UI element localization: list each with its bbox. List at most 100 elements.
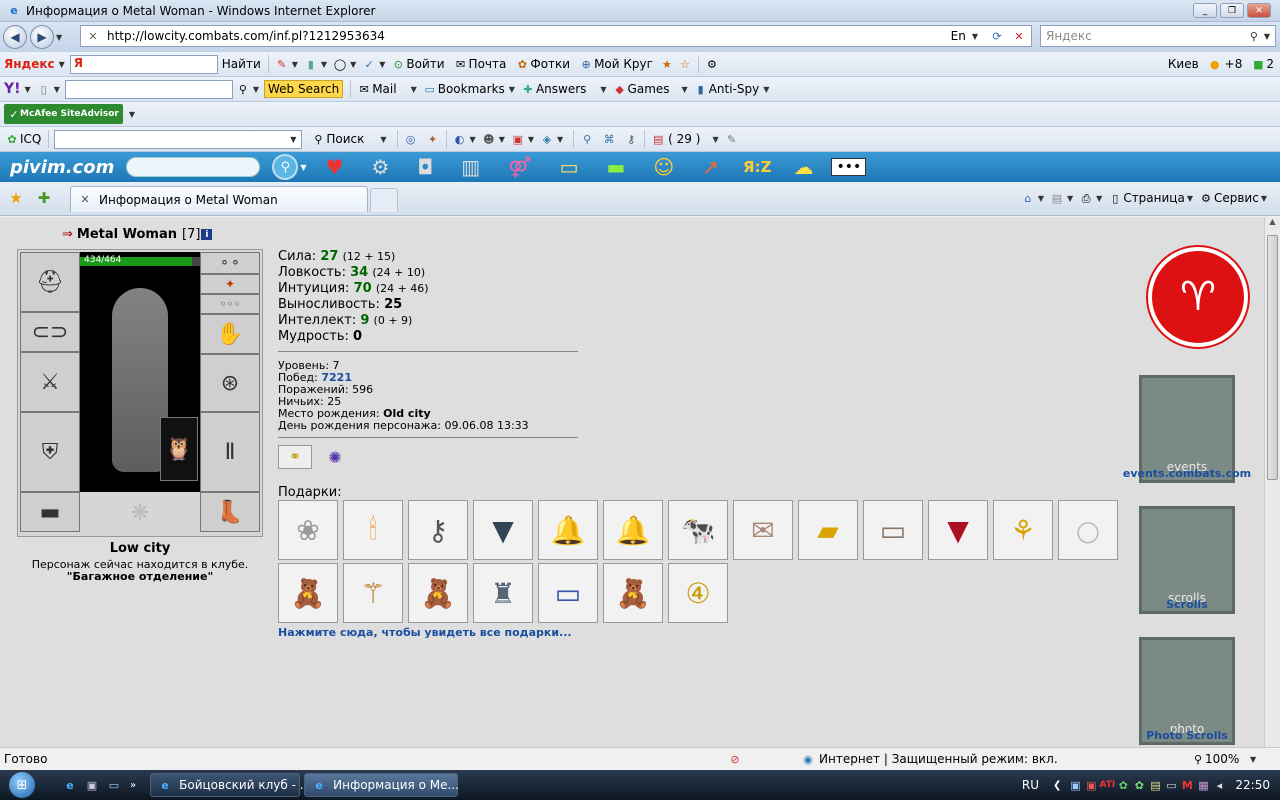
gift-pearls[interactable]: ○ [1058,500,1118,560]
forward-button[interactable]: ▶ [30,25,54,49]
bracers-slot[interactable]: ⊂⊃ [20,312,80,352]
show-all-gifts-link[interactable]: Нажмите сюда, чтобы увидеть все подарки.… [278,626,572,639]
new-tab-button[interactable] [370,188,398,212]
gift-chocolate-box[interactable]: ▭ [863,500,923,560]
gift-globe-badge[interactable]: ④ [668,563,728,623]
gift-cow[interactable]: 🐄 [668,500,728,560]
mood-icon[interactable]: ☺ [653,155,674,179]
ie-quicklaunch-icon[interactable]: e [62,777,78,793]
badge-magic-icon[interactable]: ✺ [324,445,346,469]
gift-teddy-bear[interactable]: 🧸 [408,563,468,623]
scrolls-link[interactable]: Scrolls [1122,598,1252,611]
gift-bell[interactable]: 🔔 [603,500,663,560]
answers-button[interactable]: Answers [536,82,586,96]
zoom-level[interactable]: 100% [1205,752,1239,766]
weapon-slot[interactable]: ⚔ [20,352,80,412]
pencil-icon[interactable]: ▯ [36,81,52,97]
shield-slot[interactable]: ⊛ [200,354,260,412]
yahoo-logo[interactable]: Y! [4,81,21,97]
tray-icon[interactable]: ✿ [1131,777,1147,793]
compass-icon[interactable]: ◎ [403,131,419,147]
back-button[interactable]: ◀ [3,25,27,49]
boots-slot[interactable]: 👢 [200,492,260,532]
mail-button[interactable]: Почта [469,57,507,71]
gear-icon[interactable]: ⚙ [371,155,389,179]
tv-icon[interactable]: ▭ [560,155,579,179]
gift-cloak-dark[interactable]: ▼ [473,500,533,560]
stocks-icon[interactable]: ↗ [702,155,719,179]
tray-icon[interactable]: ✿ [1115,777,1131,793]
char-arrow-icon[interactable]: ⇒ [62,227,73,242]
gift-gold-bars[interactable]: ▰ [798,500,858,560]
gamepad-icon[interactable]: ◈ [539,131,555,147]
tray-icon[interactable]: ▤ [1147,777,1163,793]
explorer-quicklaunch-icon[interactable]: ▣ [84,777,100,793]
stop-icon[interactable]: ✕ [1011,28,1027,44]
taskbar-item-info[interactable]: e Информация о Ме... [304,773,459,797]
language-indicator[interactable]: En [951,29,966,43]
pivim-search-input[interactable] [126,157,261,177]
close-button[interactable]: ✕ [1247,3,1271,18]
minimize-button[interactable]: _ [1193,3,1217,18]
armor-slot[interactable]: ⛨ [20,412,80,492]
mcafee-dropdown-icon[interactable]: ▼ [129,110,135,119]
bookmark-add-icon[interactable]: ★ [659,56,675,72]
chat-bubble-icon[interactable]: ◐ [452,131,468,147]
start-button[interactable]: ⊞ [0,770,44,800]
events-link[interactable]: events.combats.com [1122,467,1252,480]
login-button[interactable]: Войти [406,57,444,71]
search-icon[interactable]: ⚲ [1246,28,1262,44]
taskbar-item-fight-club[interactable]: e Бойцовский клуб - ... [150,773,311,797]
yandex-menu-icon[interactable]: ▼ [59,60,65,69]
feeds-icon[interactable]: ▤ [1049,190,1065,206]
rings-slot[interactable]: ◦◦◦ [200,294,260,314]
spellcheck-icon[interactable]: ✓ [361,56,377,72]
yahoo-search-icon[interactable]: ⚲ [235,81,251,97]
tray-icon[interactable]: ▣ [1067,777,1083,793]
tray-icon[interactable]: ▣ [1083,777,1099,793]
weather-icon[interactable]: ☁ [793,155,813,179]
icq-search-input[interactable]: ▼ [54,129,303,149]
gift-beer-stein[interactable]: ♜ [473,563,533,623]
tray-icon[interactable]: ▦ [1195,777,1211,793]
gift-bell[interactable]: 🔔 [538,500,598,560]
games-button[interactable]: Games [628,82,670,96]
yandex-logo[interactable]: Яндекс [4,57,55,71]
gift-teddy-bear[interactable]: 🧸 [603,563,663,623]
dating-icon[interactable]: ⚤ [508,155,532,179]
gloves-slot[interactable]: ✋ [200,314,260,354]
card-icon[interactable]: ▣ [510,131,526,147]
scroll-up-icon[interactable]: ▲ [1265,217,1280,226]
clan-ram-logo[interactable]: ♈ [1148,247,1248,347]
settings-gear-icon[interactable]: ⚙ [704,56,720,72]
tray-icon[interactable]: M [1179,777,1195,793]
traffic-count[interactable]: 2 [1266,57,1274,71]
heart-icon[interactable]: ♥ [326,155,344,179]
mcafee-siteadvisor-button[interactable]: ✓ McAfee SiteAdvisor [4,104,123,124]
service-menu[interactable]: Сервис [1214,191,1259,205]
gift-teddy-bear[interactable]: 🧸 [278,563,338,623]
vertical-scrollbar[interactable]: ▲ [1264,217,1280,747]
maximize-button[interactable]: ❐ [1220,3,1244,18]
zone-text[interactable]: Интернет | Защищенный режим: вкл. [819,752,1058,766]
refresh-icon[interactable]: ⟳ [989,28,1005,44]
quicklaunch-more-icon[interactable]: » [130,780,136,791]
chat-icon[interactable]: ◯ [332,56,348,72]
circle-button[interactable]: Мой Круг [594,57,653,71]
tool-icon[interactable]: ✦ [425,131,441,147]
zoom-dropdown-icon[interactable]: ▼ [1250,755,1256,764]
favorite-icon[interactable]: ☆ [677,56,693,72]
tray-icon[interactable]: ◂ [1211,777,1227,793]
city-label[interactable]: Киев [1168,57,1199,71]
search-dropdown-icon[interactable]: ▼ [1264,32,1270,41]
page-menu[interactable]: Страница [1123,191,1185,205]
highlighter-icon[interactable]: ✎ [274,56,290,72]
gift-vaseline[interactable]: ▭ [538,563,598,623]
user-search-icon[interactable]: ⚲ [579,131,595,147]
yandex-find-button[interactable]: Найти [222,57,261,71]
icq-search-button[interactable]: Поиск [326,132,364,146]
scrollbar-thumb[interactable] [1267,235,1278,480]
language-dropdown-icon[interactable]: ▼ [972,32,978,41]
radio-icon[interactable]: ▥ [461,155,480,179]
owl-pet[interactable]: 🦉 [160,417,198,481]
